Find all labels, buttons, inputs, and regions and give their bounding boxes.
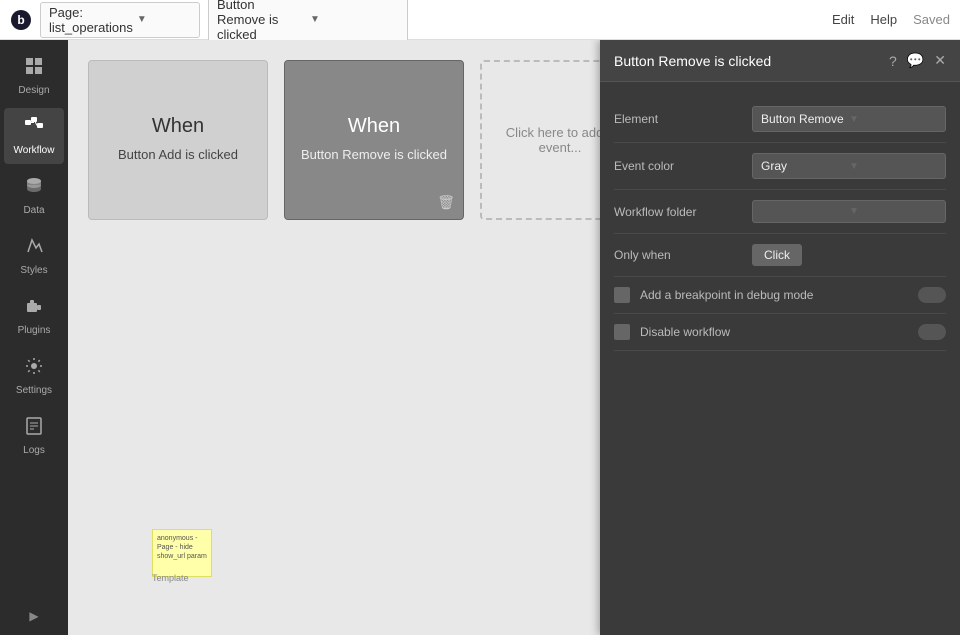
help-menu[interactable]: Help <box>870 12 897 27</box>
top-bar: b Page: list_operations ▼ Button Remove … <box>0 0 960 40</box>
panel-workflow-folder-arrow: ▼ <box>849 206 937 217</box>
panel-title: Button Remove is clicked <box>614 53 881 69</box>
card-remove-when: When <box>348 115 400 138</box>
main-layout: Design Workflow <box>0 40 960 635</box>
app-logo: b <box>10 9 32 31</box>
panel-help-icon[interactable]: ? <box>889 53 897 69</box>
card-add-when: When <box>152 115 204 138</box>
panel-element-value: Button Remove <box>761 112 849 126</box>
panel-disable-toggle[interactable] <box>918 324 946 340</box>
panel-workflow-folder-label: Workflow folder <box>614 205 744 219</box>
panel-header: Button Remove is clicked ? 💬 ✕ <box>600 40 960 82</box>
panel-disable-label: Disable workflow <box>640 325 730 339</box>
sidebar-item-plugins[interactable]: Plugins <box>4 288 64 344</box>
panel-element-arrow: ▼ <box>849 114 937 125</box>
template-note[interactable]: anonymous - Page - hide show_url param <box>152 529 212 577</box>
panel-row-event-color: Event color Gray ▼ <box>614 143 946 190</box>
data-icon <box>24 176 44 201</box>
event-panel: Button Remove is clicked ? 💬 ✕ Element B… <box>600 40 960 635</box>
sidebar-label-design: Design <box>18 85 49 96</box>
top-bar-actions: Edit Help Saved <box>832 12 950 27</box>
sidebar: Design Workflow <box>0 40 68 635</box>
sidebar-label-workflow: Workflow <box>14 145 55 156</box>
svg-text:b: b <box>17 13 24 27</box>
card-remove-desc: Button Remove is clicked <box>301 146 447 164</box>
styles-icon <box>24 236 44 261</box>
panel-row-workflow-folder: Workflow folder ▼ <box>614 190 946 234</box>
panel-event-color-select[interactable]: Gray ▼ <box>752 153 946 179</box>
saved-status: Saved <box>913 12 950 27</box>
panel-close-icon[interactable]: ✕ <box>934 52 946 69</box>
panel-breakpoint-checkbox[interactable] <box>614 287 630 303</box>
logs-icon <box>24 416 44 441</box>
plugins-icon <box>24 296 44 321</box>
panel-event-color-label: Event color <box>614 159 744 173</box>
panel-only-when-btn[interactable]: Click <box>752 244 802 266</box>
panel-disable-checkbox[interactable] <box>614 324 630 340</box>
panel-comment-icon[interactable]: 💬 <box>907 52 924 69</box>
workflow-card-remove[interactable]: When Button Remove is clicked 🗑 <box>284 60 464 220</box>
card-add-desc: Button Add is clicked <box>118 146 238 164</box>
panel-row-breakpoint: Add a breakpoint in debug mode <box>614 277 946 314</box>
event-dropdown-arrow: ▼ <box>310 14 399 25</box>
panel-event-color-value: Gray <box>761 159 849 173</box>
sidebar-label-settings: Settings <box>16 385 52 396</box>
panel-breakpoint-label: Add a breakpoint in debug mode <box>640 288 813 302</box>
sidebar-label-styles: Styles <box>20 265 47 276</box>
panel-only-when-label: Only when <box>614 248 744 262</box>
panel-workflow-folder-select[interactable]: ▼ <box>752 200 946 223</box>
sidebar-collapse[interactable]: ▶ <box>29 609 38 623</box>
event-selector[interactable]: Button Remove is clicked ▼ <box>208 0 408 45</box>
workflow-content: When Button Add is clicked When Button R… <box>68 40 960 635</box>
sidebar-label-data: Data <box>23 205 44 216</box>
panel-row-only-when: Only when Click <box>614 234 946 277</box>
panel-row-element: Element Button Remove ▼ <box>614 96 946 143</box>
workflow-icon <box>24 116 44 141</box>
workflow-card-add[interactable]: When Button Add is clicked <box>88 60 268 220</box>
panel-row-disable: Disable workflow <box>614 314 946 351</box>
sidebar-item-styles[interactable]: Styles <box>4 228 64 284</box>
sidebar-label-plugins: Plugins <box>18 325 51 336</box>
sidebar-item-data[interactable]: Data <box>4 168 64 224</box>
settings-icon <box>24 356 44 381</box>
sidebar-item-settings[interactable]: Settings <box>4 348 64 404</box>
sidebar-label-logs: Logs <box>23 445 45 456</box>
card-remove-delete-icon[interactable]: 🗑 <box>437 194 455 211</box>
sidebar-item-workflow[interactable]: Workflow <box>4 108 64 164</box>
page-selector[interactable]: Page: list_operations ▼ <box>40 2 200 38</box>
panel-event-color-arrow: ▼ <box>849 161 937 172</box>
sidebar-item-design[interactable]: Design <box>4 48 64 104</box>
panel-header-icons: ? 💬 ✕ <box>889 52 946 69</box>
edit-menu[interactable]: Edit <box>832 12 854 27</box>
panel-body: Element Button Remove ▼ Event color Gray… <box>600 82 960 365</box>
design-icon <box>24 56 44 81</box>
panel-breakpoint-toggle[interactable] <box>918 287 946 303</box>
page-dropdown-arrow: ▼ <box>137 14 191 25</box>
template-label: Template <box>152 573 189 583</box>
panel-element-select[interactable]: Button Remove ▼ <box>752 106 946 132</box>
panel-element-label: Element <box>614 112 744 126</box>
sidebar-item-logs[interactable]: Logs <box>4 408 64 464</box>
